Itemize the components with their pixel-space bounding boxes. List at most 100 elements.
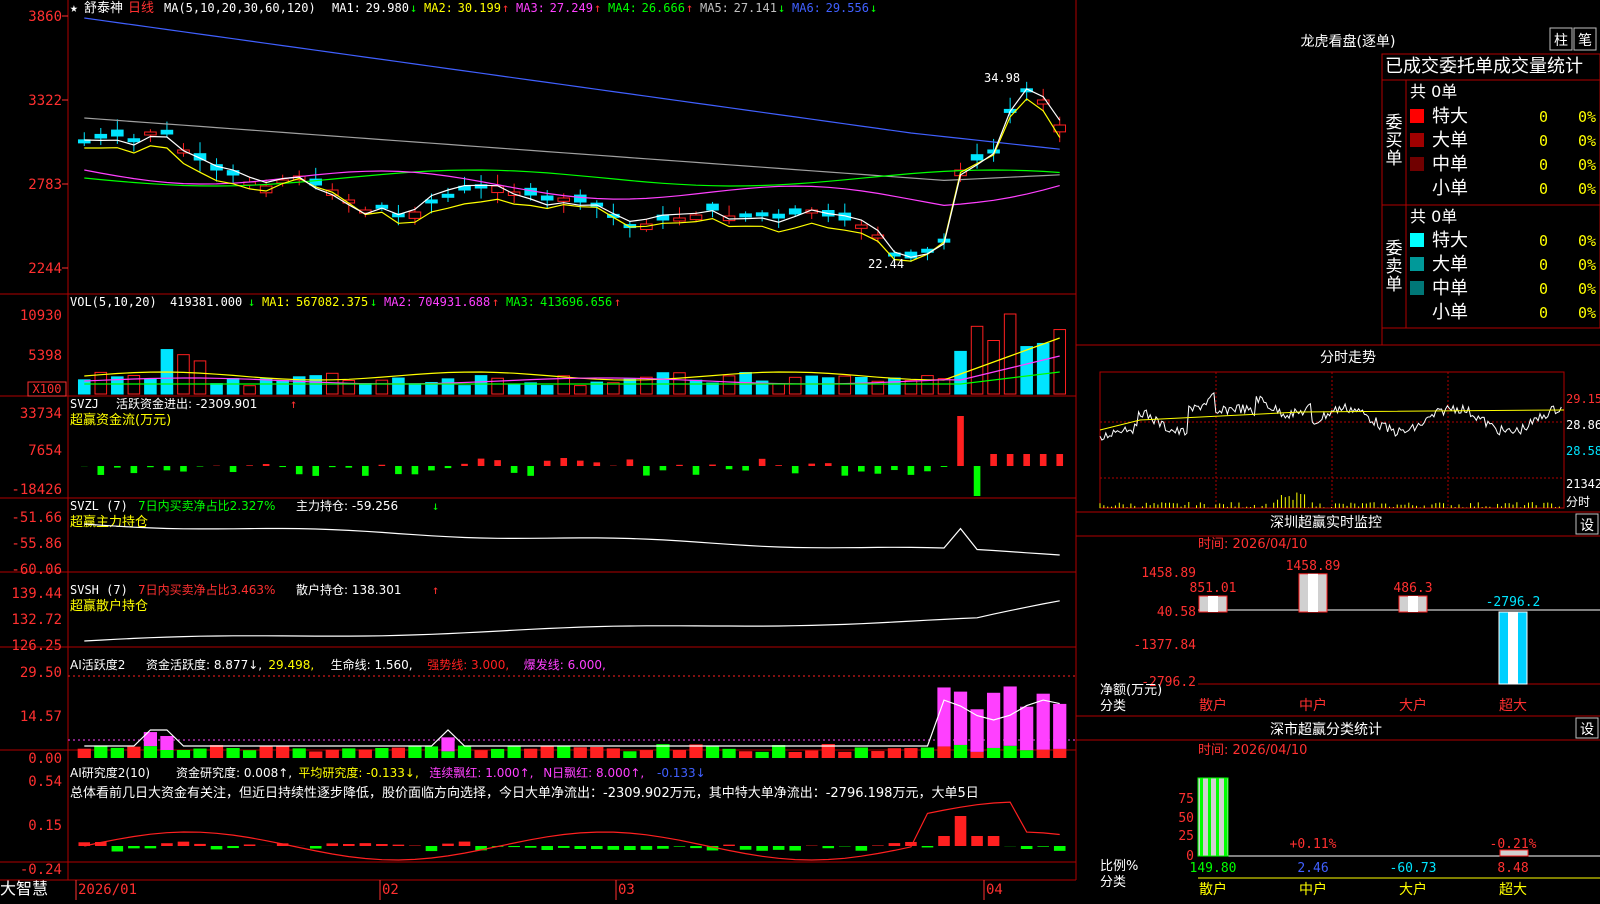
volume-bar xyxy=(376,380,388,394)
ai1-item: 强势线: 3.000, xyxy=(427,658,509,672)
svzj-bar xyxy=(114,466,121,468)
monitor-bar-highlight xyxy=(1508,612,1518,684)
intraday-price-line xyxy=(1100,393,1561,440)
svzj-bar xyxy=(345,466,352,468)
candle[interactable] xyxy=(856,225,868,228)
chart-canvas[interactable]: ★舒泰神日线MA(5,10,20,30,60,120)MA1:29.980↓MA… xyxy=(0,0,1600,900)
activity-bar xyxy=(260,746,273,758)
candle[interactable] xyxy=(426,200,438,203)
candle[interactable] xyxy=(789,209,801,214)
sell-row-label: 中单 xyxy=(1432,278,1468,299)
x-tick-label: 04 xyxy=(986,882,1003,898)
candle[interactable] xyxy=(971,155,983,160)
activity-bar xyxy=(970,752,983,758)
stats-value-label: 8.48 xyxy=(1497,861,1528,876)
stats-settings-label: 设 xyxy=(1580,722,1594,738)
svzj-bar xyxy=(808,464,815,466)
candle[interactable] xyxy=(674,218,686,221)
volume-bar xyxy=(1037,343,1049,394)
research-bar xyxy=(310,846,322,849)
ai1-y-tick: 29.50 xyxy=(20,665,62,681)
svzj-bar xyxy=(312,466,319,476)
ma-trend: ↑ xyxy=(686,1,693,15)
svzj-bar xyxy=(230,466,237,472)
monitor-unit: 净额(万元) xyxy=(1100,683,1162,698)
svzj-panel[interactable]: SVZJ活跃资金进出: -2309.901↑超赢资金流(万元)337347654… xyxy=(11,396,1063,498)
volume-bar xyxy=(988,341,1000,394)
ai2-y-tick: 0.15 xyxy=(28,818,62,834)
ai-research-panel[interactable]: AI研究度2(10)资金研究度: 0.008↑,平均研究度: -0.133↓,连… xyxy=(20,765,1066,878)
research-bar xyxy=(740,846,752,850)
vol-ma-label: MA1: xyxy=(262,295,291,309)
vol-ma-value: 704931.688 xyxy=(418,295,490,309)
realtime-monitor-panel[interactable]: 深圳超赢实时监控设时间: 2026/04/101458.8940.58-1377… xyxy=(1076,512,1600,714)
monitor-value-label: 1458.89 xyxy=(1286,559,1341,574)
candle[interactable] xyxy=(558,198,570,201)
candle[interactable] xyxy=(145,132,157,135)
research-bar xyxy=(574,846,586,849)
volume-bar xyxy=(938,379,950,394)
svzj-bar xyxy=(527,466,534,476)
monitor-time: 时间: 2026/04/10 xyxy=(1198,537,1307,552)
activity-bar xyxy=(706,746,719,758)
buy-color-swatch xyxy=(1410,109,1424,123)
svzj-bar xyxy=(957,416,964,466)
price-panel[interactable]: ★舒泰神日线MA(5,10,20,30,60,120)MA1:29.980↓MA… xyxy=(28,1,1065,277)
volume-bar xyxy=(343,380,355,394)
svzj-bar xyxy=(379,465,386,466)
research-bar xyxy=(541,846,553,850)
volume-bar xyxy=(360,384,372,394)
candle[interactable] xyxy=(409,212,421,218)
sell-row-pct: 0% xyxy=(1578,280,1596,298)
intraday-price-tick: 29.15 xyxy=(1566,392,1600,406)
candle[interactable] xyxy=(95,134,107,138)
volume-panel[interactable]: VOL(5,10,20)419381.000↓MA1:567082.375↓MA… xyxy=(20,295,1066,396)
candle[interactable] xyxy=(541,196,553,200)
buy-row-pct: 0% xyxy=(1578,156,1596,174)
stats-time: 时间: 2026/04/10 xyxy=(1198,743,1307,758)
candle[interactable] xyxy=(756,213,768,216)
sell-row-pct: 0% xyxy=(1578,256,1596,274)
sell-title-char: 卖 xyxy=(1386,257,1403,277)
intraday-panel[interactable]: 分时走势29.1528.8628.5821342分时 xyxy=(1076,345,1600,509)
buy-color-swatch xyxy=(1410,157,1424,171)
price-y-tick: 2783 xyxy=(28,177,62,193)
svzj-bar xyxy=(544,461,551,466)
svzj-bar xyxy=(643,466,650,476)
stats-y-tick: 75 xyxy=(1178,792,1194,807)
candle[interactable] xyxy=(707,204,719,210)
research-bar xyxy=(442,844,454,846)
buy-row-count: 0 xyxy=(1539,156,1548,174)
candle[interactable] xyxy=(492,186,504,193)
dragon-tiger-panel[interactable]: 龙虎看盘(逐单)柱笔已成交委托单成交量统计委买单委卖单共 0单共 0单特大00%… xyxy=(1301,28,1600,328)
vol-params: VOL(5,10,20) xyxy=(70,295,157,309)
candle[interactable] xyxy=(740,214,752,217)
activity-bar xyxy=(342,748,355,758)
svzj-bar xyxy=(924,466,931,471)
intraday-title: 分时走势 xyxy=(1320,350,1376,366)
buy-row-pct: 0% xyxy=(1578,108,1596,126)
activity-bar xyxy=(904,748,917,758)
activity-peak-bar xyxy=(1020,707,1033,751)
ai1-name: AI活跃度2 xyxy=(70,657,125,672)
candle[interactable] xyxy=(574,195,586,202)
svzj-bar xyxy=(941,466,948,467)
classification-stats-panel[interactable]: 深市超赢分类统计设时间: 2026/04/107550250+0.11%-0.2… xyxy=(1076,716,1600,898)
candle[interactable] xyxy=(773,214,785,218)
svsh-panel[interactable]: SVSH (7)7日内买卖净占比3.463%散户持仓: 138.301↑超赢散户… xyxy=(11,582,1059,654)
monitor-category: 大户 xyxy=(1399,697,1427,714)
volume-bar xyxy=(442,379,454,394)
vol-ma-trend: ↑ xyxy=(614,295,621,309)
candle[interactable] xyxy=(161,130,173,134)
candle[interactable] xyxy=(128,139,140,142)
svzj-bar xyxy=(841,466,848,476)
research-bar xyxy=(723,845,735,846)
svzl-y-tick: -51.66 xyxy=(11,510,62,526)
ma-label: MA3: xyxy=(516,1,545,15)
candle[interactable] xyxy=(690,215,702,220)
candle[interactable] xyxy=(112,130,124,136)
svzl-panel[interactable]: SVZL (7)7日内买卖净占比2.327%主力持仓: -59.256↓超赢主力… xyxy=(11,498,1059,578)
bar-mode-label: 柱 xyxy=(1554,33,1568,49)
candle[interactable] xyxy=(442,194,454,197)
buy-row-count: 0 xyxy=(1539,108,1548,126)
